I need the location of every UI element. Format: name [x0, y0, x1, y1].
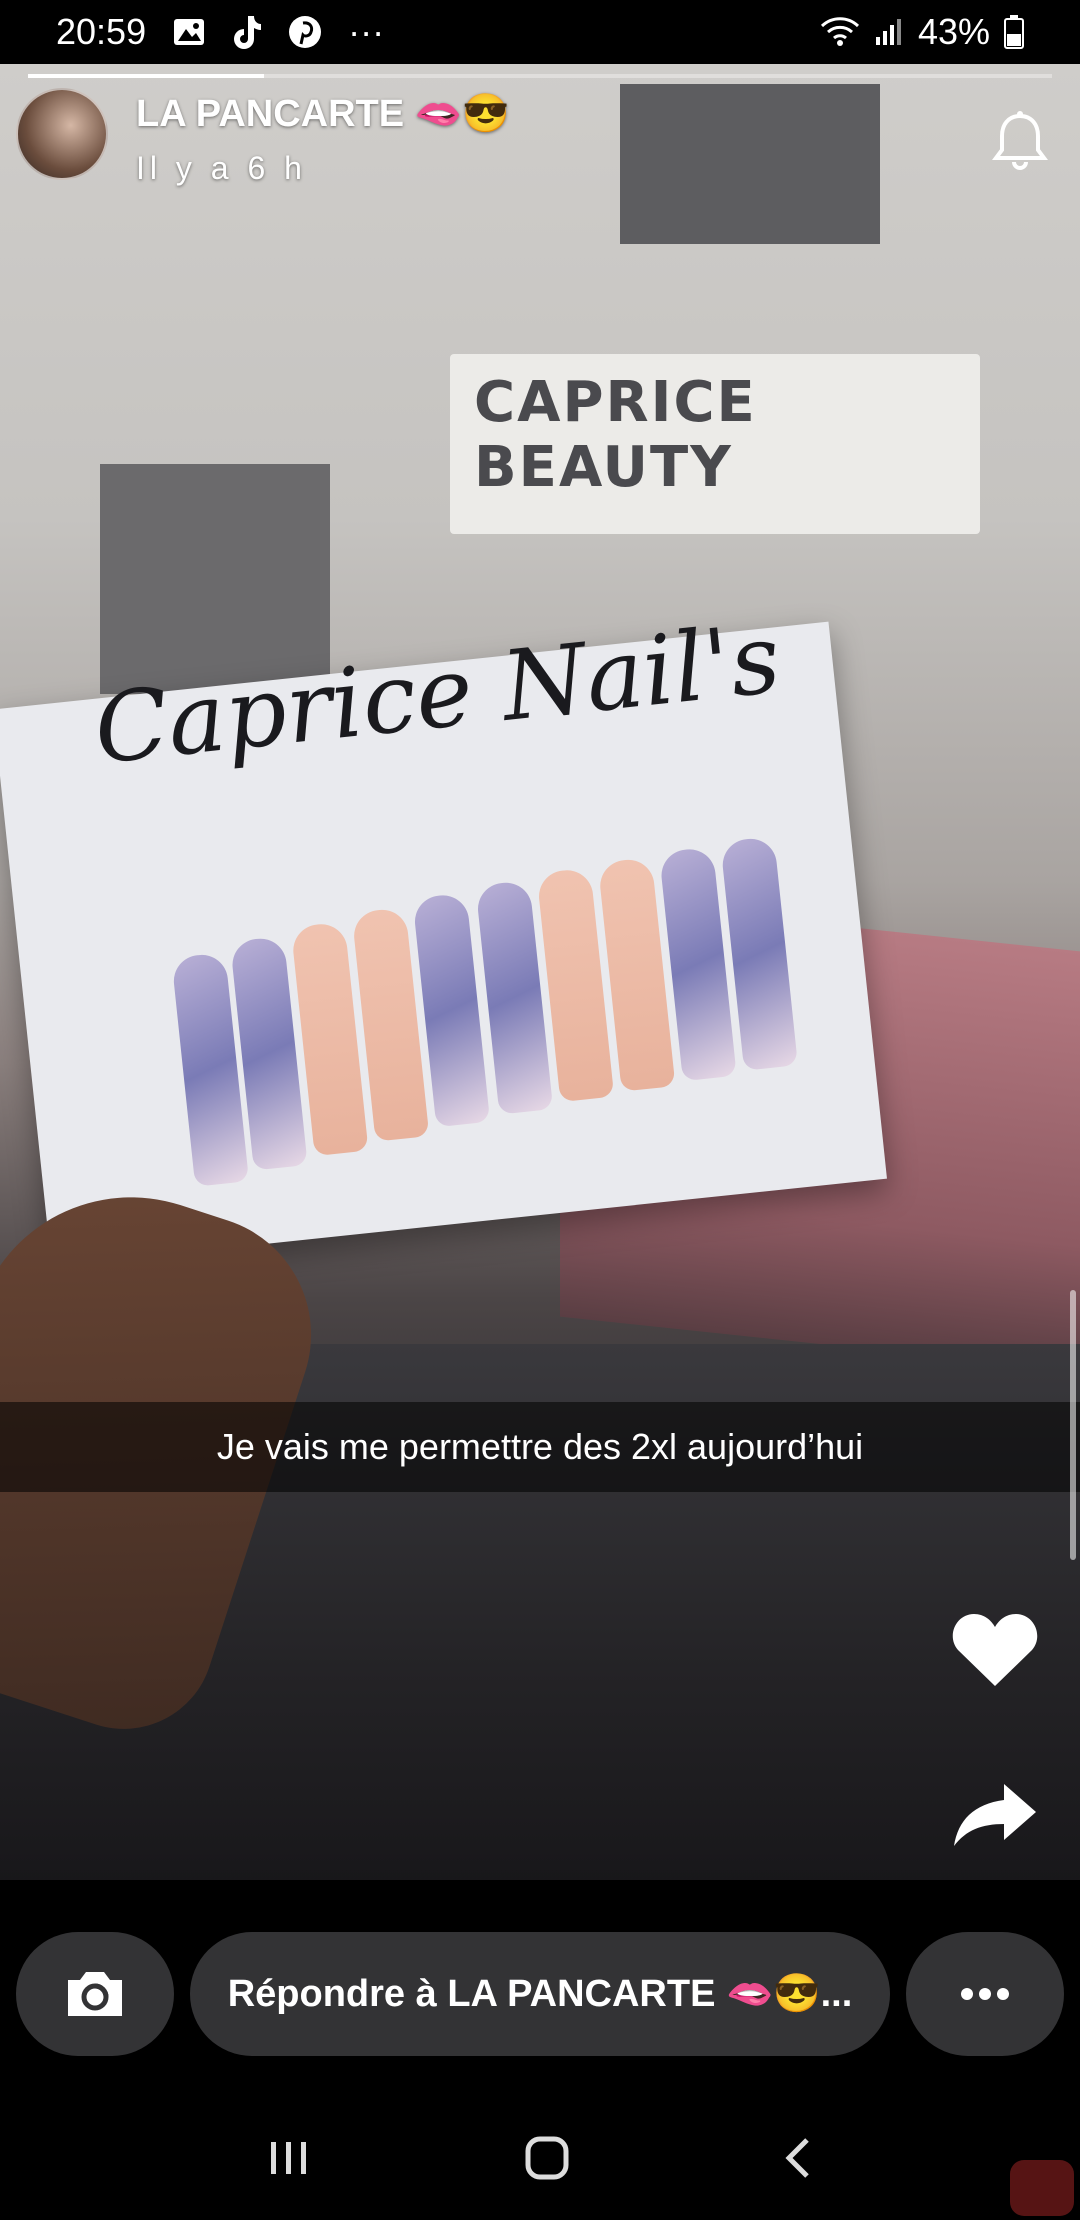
story-time: Il y a 6 h: [136, 150, 307, 186]
scrollbar[interactable]: [1070, 1290, 1076, 1560]
more-options-button[interactable]: [906, 1932, 1064, 2056]
bell-icon[interactable]: [990, 110, 1050, 179]
signal-icon: [874, 17, 904, 47]
status-time: 20:59: [56, 11, 147, 52]
camera-button[interactable]: [16, 1932, 174, 2056]
battery-percentage: 43%: [917, 11, 990, 52]
building-window: [620, 84, 880, 244]
tiktok-icon: [232, 14, 262, 50]
story-caption: Je vais me permettre des 2xl aujourd’hui: [0, 1402, 1080, 1492]
reply-input[interactable]: Répondre à LA PANCARTE 🫦😎...: [190, 1932, 890, 2056]
share-icon[interactable]: [952, 1780, 1038, 1855]
story-author[interactable]: LA PANCARTE 🫦😎: [136, 92, 509, 136]
status-bar: 20:59 ··· 43%: [0, 0, 1080, 64]
story-progress-fill: [28, 74, 264, 78]
app-badge-icon: [1010, 2160, 1074, 2216]
story-progress-bar: [28, 74, 1052, 78]
back-icon[interactable]: [783, 2136, 813, 2185]
battery-icon: [1004, 15, 1024, 49]
avatar[interactable]: [16, 88, 108, 180]
heart-icon[interactable]: [950, 1610, 1040, 1695]
gallery-icon: [172, 17, 206, 47]
shop-sign-text: CAPRICE BEAUTY: [474, 370, 757, 500]
shop-sign: CAPRICE BEAUTY: [450, 354, 980, 534]
camera-icon: [68, 1972, 122, 2016]
status-more: ···: [348, 11, 385, 52]
reply-bar: Répondre à LA PANCARTE 🫦😎...: [0, 1932, 1080, 2056]
wifi-icon: [820, 16, 860, 48]
pinterest-icon: [288, 15, 322, 49]
reply-placeholder: Répondre à LA PANCARTE 🫦😎...: [227, 1973, 853, 2015]
story-header[interactable]: LA PANCARTE 🫦😎 Il y a 6 h: [16, 88, 509, 187]
system-nav-bar: [0, 2100, 1080, 2220]
more-icon: [961, 1988, 1009, 2000]
home-icon[interactable]: [524, 2135, 570, 2186]
story-photo[interactable]: CAPRICE BEAUTY Caprice Nail's: [0, 64, 1080, 1880]
recent-apps-icon[interactable]: [267, 2138, 311, 2183]
caption-text: Je vais me permettre des 2xl aujourd’hui: [216, 1426, 864, 1467]
